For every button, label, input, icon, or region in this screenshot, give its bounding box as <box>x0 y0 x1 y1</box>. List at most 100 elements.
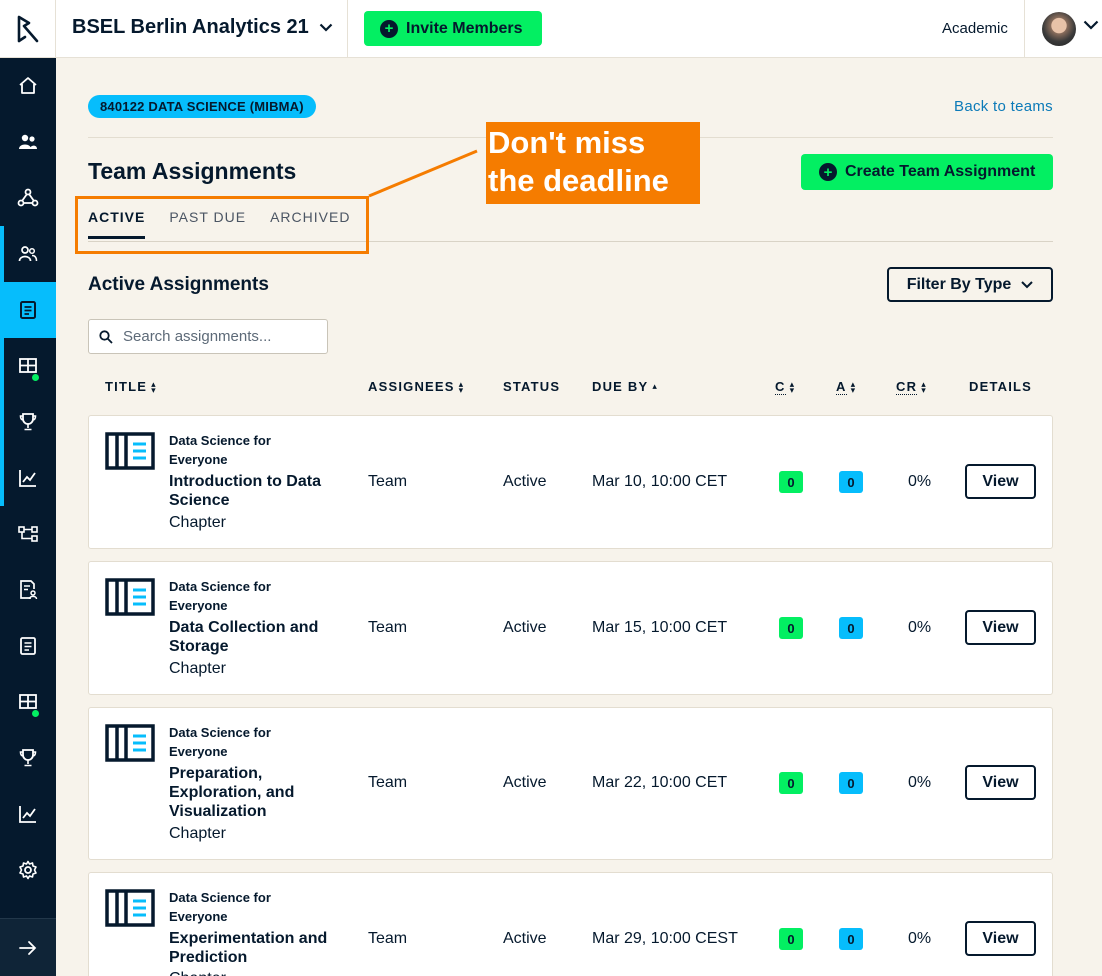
assignments-icon <box>20 301 36 319</box>
sidebar-item-workflow[interactable] <box>0 506 56 562</box>
search-icon <box>99 329 113 344</box>
course-chapter-icon <box>105 578 155 616</box>
filter-by-type-dropdown[interactable]: Filter By Type <box>887 267 1053 302</box>
chevron-down-icon <box>319 23 333 32</box>
sidebar-item-trophy[interactable] <box>0 394 56 450</box>
column-header-a[interactable]: A ▴ ▾ <box>836 379 856 395</box>
view-button[interactable]: View <box>965 610 1036 645</box>
table-row: Data Science for Everyone Experimentatio… <box>88 872 1053 976</box>
search-field[interactable] <box>88 319 328 354</box>
group-icon <box>19 134 37 149</box>
sidebar-item-documents[interactable] <box>0 618 56 674</box>
column-c-label: C <box>775 379 786 395</box>
column-header-title[interactable]: TITLE ▴ ▾ <box>105 379 157 394</box>
sidebar-item-analytics-2[interactable] <box>0 786 56 842</box>
column-status-label: STATUS <box>503 379 561 394</box>
completed-count-badge: 0 <box>779 928 803 950</box>
assigned-count-badge: 0 <box>839 471 863 493</box>
column-a-label: A <box>836 379 847 395</box>
status-value: Active <box>503 473 547 490</box>
status-value: Active <box>503 930 547 947</box>
annotation-callout: Don't miss the deadline <box>486 122 700 204</box>
column-header-c[interactable]: C ▴ ▾ <box>775 379 795 395</box>
view-button[interactable]: View <box>965 921 1036 956</box>
completion-rate-value: 0% <box>908 930 932 947</box>
plus-circle-icon: + <box>819 163 837 181</box>
completed-count-badge: 0 <box>779 617 803 639</box>
chevron-down-icon[interactable] <box>1083 20 1099 30</box>
sidebar-expand-button[interactable] <box>0 918 56 976</box>
filter-by-type-label: Filter By Type <box>906 275 1012 293</box>
sidebar-item-groups[interactable] <box>0 114 56 170</box>
assignment-type: Chapter <box>169 970 226 976</box>
column-header-details: DETAILS <box>969 379 1032 394</box>
status-dot <box>32 374 39 381</box>
course-name: Data Science for Everyone <box>169 890 271 924</box>
view-button[interactable]: View <box>965 765 1036 800</box>
create-team-assignment-button[interactable]: + Create Team Assignment <box>801 154 1053 190</box>
course-badge: 840122 DATA SCIENCE (MIBMA) <box>88 95 316 118</box>
assigned-count-badge: 0 <box>839 772 863 794</box>
settings-icon <box>19 860 37 880</box>
divider <box>347 0 348 58</box>
home-icon <box>19 77 37 94</box>
sidebar-item-team-members[interactable] <box>0 226 56 282</box>
sort-icon: ▴ ▾ <box>458 378 465 395</box>
logo-icon <box>17 15 38 43</box>
plan-label: Academic <box>942 20 1008 37</box>
invite-members-button[interactable]: + Invite Members <box>364 11 542 46</box>
back-to-teams-link[interactable]: Back to teams <box>954 98 1053 115</box>
sidebar-item-settings[interactable] <box>0 842 56 898</box>
sidebar-item-trophy-2[interactable] <box>0 730 56 786</box>
assignment-title: Experimentation and Prediction <box>169 930 328 966</box>
due-date-value: Mar 29, 10:00 CEST <box>592 930 738 947</box>
org-name: BSEL Berlin Analytics 21 <box>72 16 309 38</box>
assignees-value: Team <box>368 473 408 490</box>
sidebar-item-grid[interactable] <box>0 338 56 394</box>
sidebar-item-network[interactable] <box>0 170 56 226</box>
course-name: Data Science for Everyone <box>169 433 271 467</box>
view-button[interactable]: View <box>965 464 1036 499</box>
search-input[interactable] <box>123 328 313 345</box>
sidebar-item-home[interactable] <box>0 58 56 114</box>
assignees-value: Team <box>368 774 408 791</box>
column-header-due-by[interactable]: DUE BY ▴ <box>592 379 658 394</box>
create-team-assignment-label: Create Team Assignment <box>845 163 1036 180</box>
sort-icon: ▴ ▾ <box>789 379 796 395</box>
column-header-assignees[interactable]: ASSIGNEES ▴ ▾ <box>368 379 464 394</box>
status-value: Active <box>503 774 547 791</box>
assignment-type: Chapter <box>169 660 226 677</box>
org-switcher[interactable]: BSEL Berlin Analytics 21 <box>72 16 333 39</box>
completion-rate-value: 0% <box>908 473 932 490</box>
sort-icon: ▴ ▾ <box>151 378 157 395</box>
column-details-label: DETAILS <box>969 379 1033 394</box>
datacamp-logo[interactable] <box>0 0 56 58</box>
completion-rate-value: 0% <box>908 774 932 791</box>
completed-count-badge: 0 <box>779 772 803 794</box>
assignees-value: Team <box>368 619 408 636</box>
status-value: Active <box>503 619 547 636</box>
column-header-cr[interactable]: CR ▴ ▾ <box>896 379 927 395</box>
sidebar-item-user-report[interactable] <box>0 562 56 618</box>
column-cr-label: CR <box>896 379 918 395</box>
course-chapter-icon <box>105 889 155 927</box>
page-title: Team Assignments <box>88 158 297 184</box>
sidebar <box>0 58 56 976</box>
arrow-right-icon <box>19 940 37 955</box>
top-bar: BSEL Berlin Analytics 21 + Invite Member… <box>0 0 1102 58</box>
due-date-value: Mar 15, 10:00 CET <box>592 619 728 636</box>
grid-icon <box>19 694 37 709</box>
chart-icon <box>19 806 36 823</box>
assignment-title: Introduction to Data Science <box>169 473 321 509</box>
doc-user-icon <box>20 580 38 600</box>
assignment-type: Chapter <box>169 825 226 842</box>
avatar[interactable] <box>1042 12 1076 46</box>
divider <box>1024 0 1025 58</box>
table-row: Data Science for Everyone Preparation, E… <box>88 707 1053 860</box>
sidebar-item-analytics[interactable] <box>0 450 56 506</box>
workflow-icon <box>18 526 38 542</box>
grid-icon <box>19 358 37 373</box>
sidebar-item-grid-2[interactable] <box>0 674 56 730</box>
sidebar-item-assignments[interactable] <box>0 282 56 338</box>
due-date-value: Mar 22, 10:00 CET <box>592 774 728 791</box>
